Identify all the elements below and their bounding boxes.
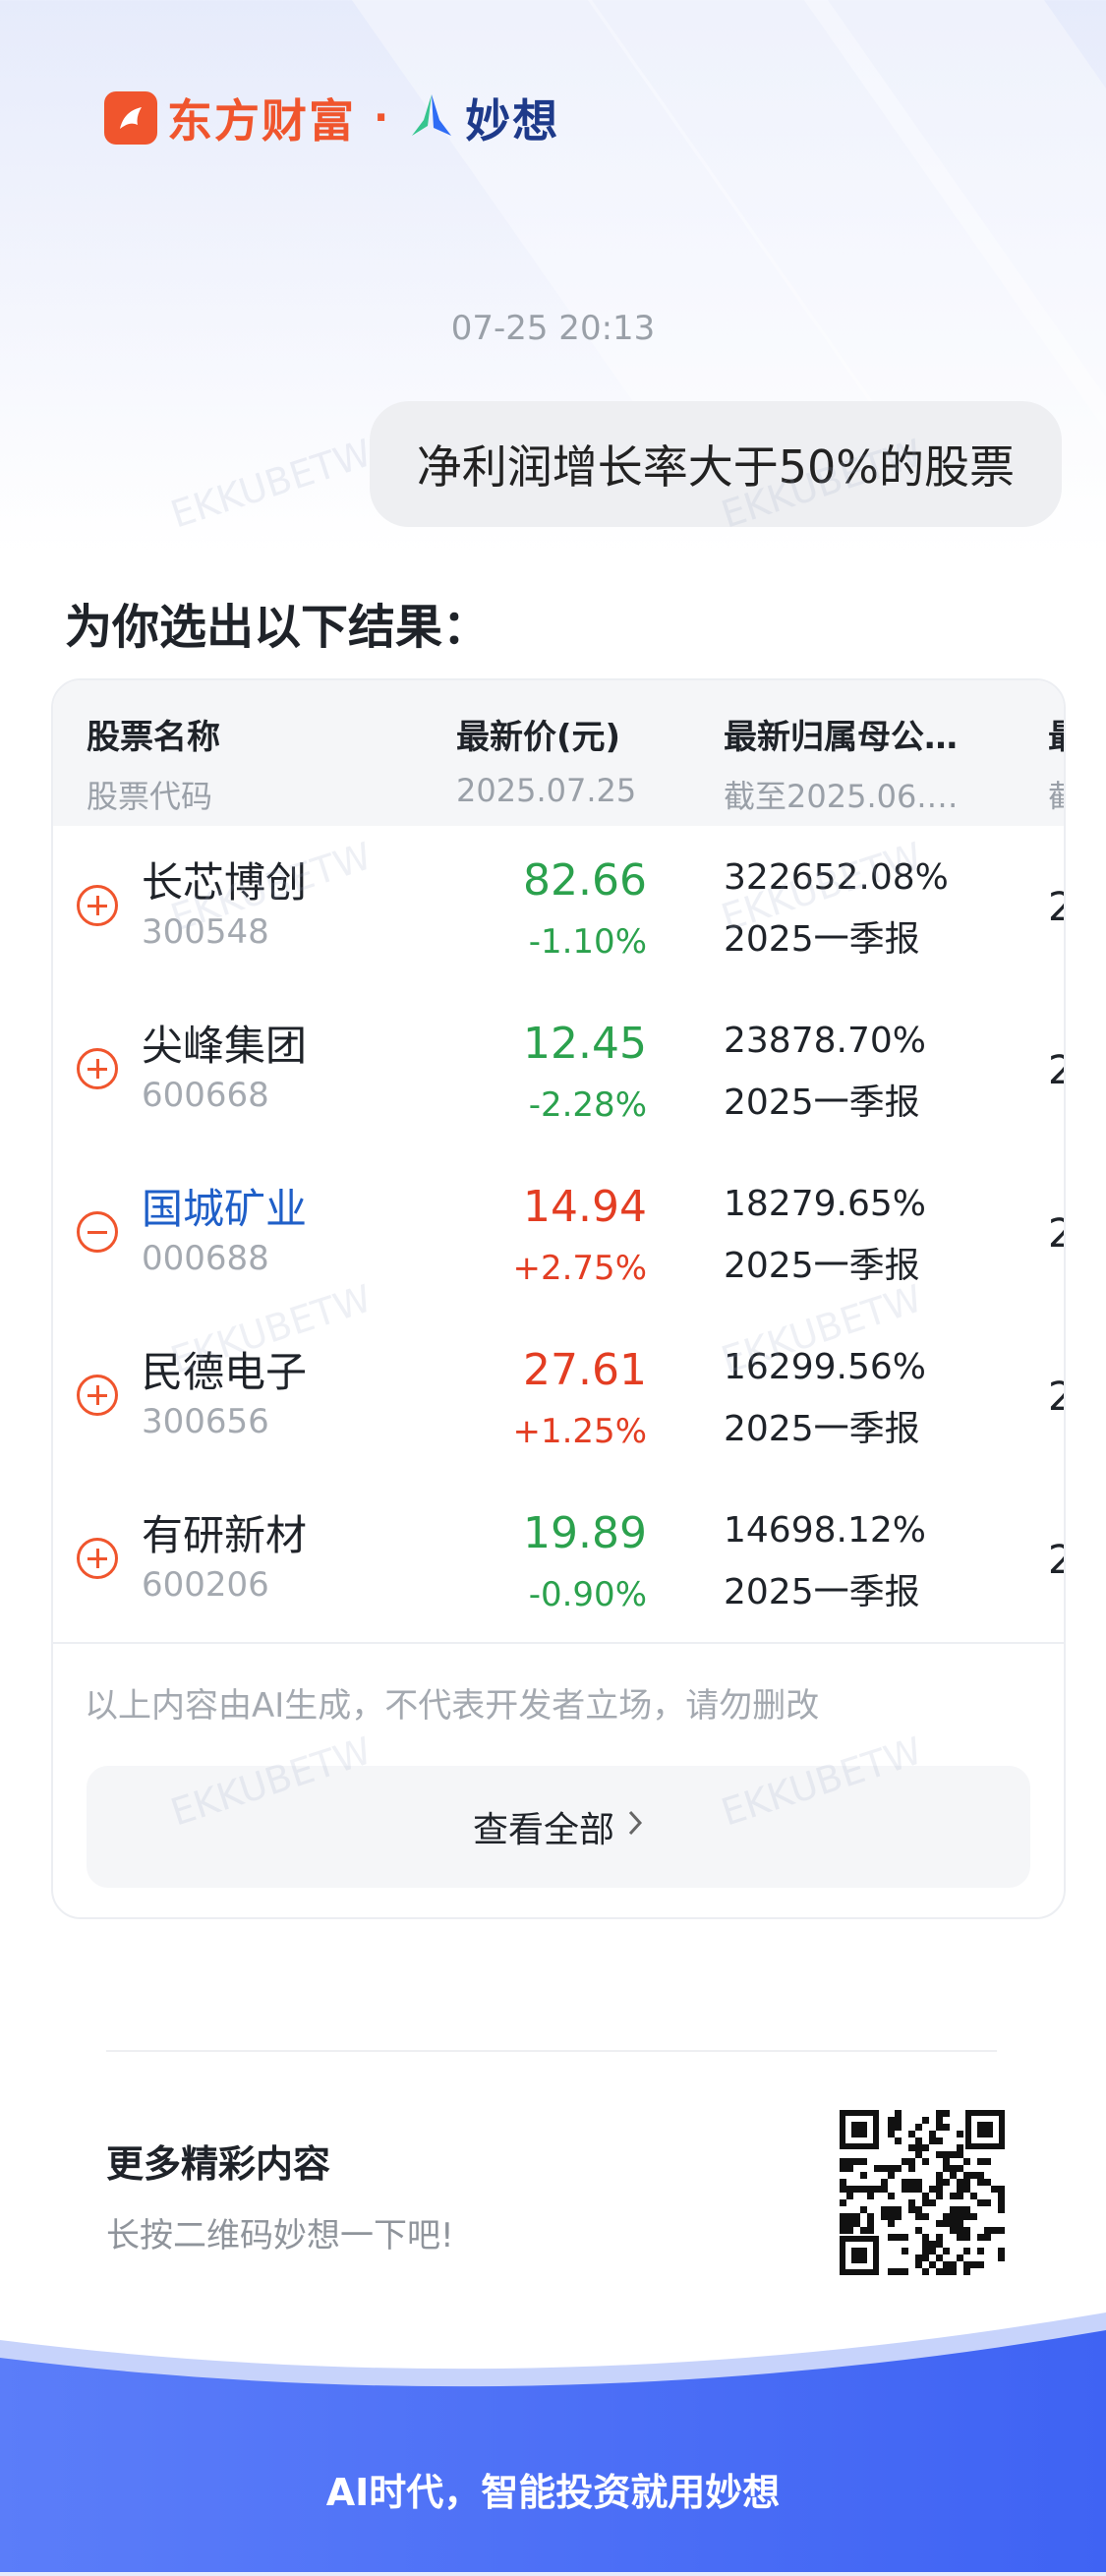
plus-circle-icon[interactable]	[77, 1538, 118, 1579]
stock-code: 300656	[142, 1402, 269, 1441]
column-header-label: 股票名称	[87, 718, 220, 757]
eastmoney-logo-icon	[104, 91, 157, 145]
report-period: 2025一季报	[724, 919, 920, 960]
brand-separator: ·	[374, 95, 389, 141]
product-name: 妙想	[465, 94, 560, 147]
column-header-sublabel: 截至2025.06.…	[724, 778, 959, 815]
table-header: 股票名称 股票代码 最新价(元) 2025.07.25 最新归属母公… 截至20…	[53, 680, 1064, 826]
result-table-card: 股票名称 股票代码 最新价(元) 2025.07.25 最新归属母公… 截至20…	[51, 678, 1066, 1919]
report-period: 2025一季报	[724, 1572, 920, 1612]
promo-title: 更多精彩内容	[106, 2142, 331, 2186]
stock-price: 19.89	[523, 1508, 647, 1558]
section-divider	[106, 2050, 997, 2052]
column-header-label: 最	[1048, 710, 1064, 758]
net-profit-growth: 23878.70%	[724, 1021, 926, 1061]
miaoxiang-logo-icon	[406, 90, 457, 146]
plus-circle-icon[interactable]	[77, 1375, 118, 1416]
column-header-price[interactable]: 最新价(元) 2025.07.25	[456, 710, 636, 809]
user-query-bubble: 净利润增长率大于50%的股票	[369, 401, 1062, 527]
clipped-cell: 2	[1048, 885, 1064, 930]
table-row[interactable]: 民德电子 300656 27.61 +1.25% 16299.56% 2025一…	[53, 1316, 1064, 1481]
app-logo: 东方财富 · 妙想	[104, 87, 559, 149]
column-header-sublabel: 股票代码	[87, 778, 213, 815]
stock-code: 600668	[142, 1076, 269, 1115]
ai-disclaimer: 以上内容由AI生成，不代表开发者立场，请勿删改	[85, 1686, 820, 1726]
chevron-right-icon	[626, 1808, 644, 1845]
stock-price: 12.45	[523, 1019, 647, 1069]
report-period: 2025一季报	[724, 1409, 920, 1449]
stock-change: +2.75%	[512, 1249, 648, 1288]
stock-code: 600206	[142, 1565, 269, 1605]
stock-name[interactable]: 有研新材	[142, 1502, 307, 1562]
stock-change: -1.10%	[528, 922, 647, 962]
net-profit-growth: 322652.08%	[724, 857, 949, 898]
plus-circle-icon[interactable]	[77, 1048, 118, 1089]
stock-code: 300548	[142, 912, 269, 952]
column-header-label: 最新归属母公…	[724, 718, 958, 757]
column-header-label: 最新价(元)	[456, 718, 621, 757]
column-header-name: 股票名称 股票代码	[87, 710, 220, 817]
table-row[interactable]: 国城矿业 000688 14.94 +2.75% 18279.65% 2025一…	[53, 1152, 1064, 1317]
message-timestamp: 07-25 20:13	[450, 309, 656, 348]
net-profit-growth: 16299.56%	[724, 1347, 926, 1387]
column-header-sublabel: 截	[1048, 772, 1064, 817]
clipped-cell: 2	[1048, 1375, 1064, 1420]
view-all-button[interactable]: 查看全部	[87, 1766, 1030, 1888]
view-all-label: 查看全部	[472, 1810, 614, 1850]
net-profit-growth: 14698.12%	[724, 1510, 926, 1551]
footer-slogan: AI时代，智能投资就用妙想	[325, 2471, 781, 2514]
clipped-cell: 2	[1048, 1211, 1064, 1257]
clipped-cell: 2	[1048, 1538, 1064, 1583]
stock-change: +1.25%	[512, 1412, 648, 1451]
stock-name[interactable]: 尖峰集团	[142, 1013, 307, 1073]
stock-price: 14.94	[523, 1182, 647, 1232]
column-header-clipped[interactable]: 最 截	[1048, 710, 1064, 817]
report-period: 2025一季报	[724, 1246, 920, 1286]
qr-code[interactable]	[840, 2110, 1005, 2275]
report-period: 2025一季报	[724, 1083, 920, 1123]
table-row[interactable]: 尖峰集团 600668 12.45 -2.28% 23878.70% 2025一…	[53, 989, 1064, 1154]
stock-name[interactable]: 国城矿业	[142, 1176, 307, 1236]
promo-subtitle: 长按二维码妙想一下吧!	[106, 2216, 454, 2255]
table-row[interactable]: 有研新材 600206 19.89 -0.90% 14698.12% 2025一…	[53, 1479, 1064, 1644]
stock-price: 82.66	[523, 855, 647, 906]
column-header-sublabel: 2025.07.25	[456, 772, 637, 809]
stock-code: 000688	[142, 1239, 269, 1278]
clipped-cell: 2	[1048, 1048, 1064, 1093]
footer-banner	[0, 2301, 1106, 2572]
plus-circle-icon[interactable]	[77, 885, 118, 926]
result-heading: 为你选出以下结果：	[65, 600, 491, 655]
net-profit-growth: 18279.65%	[724, 1184, 926, 1224]
stock-price: 27.61	[523, 1345, 647, 1395]
stock-change: -0.90%	[528, 1575, 647, 1614]
brand-name: 东方财富	[167, 94, 356, 147]
stock-change: -2.28%	[528, 1085, 647, 1125]
table-row[interactable]: 长芯博创 300548 82.66 -1.10% 322652.08% 2025…	[53, 826, 1064, 991]
column-header-net-profit[interactable]: 最新归属母公… 截至2025.06.…	[724, 710, 959, 817]
stock-name[interactable]: 民德电子	[142, 1339, 307, 1399]
minus-circle-icon[interactable]	[77, 1211, 118, 1253]
stock-name[interactable]: 长芯博创	[142, 849, 307, 909]
